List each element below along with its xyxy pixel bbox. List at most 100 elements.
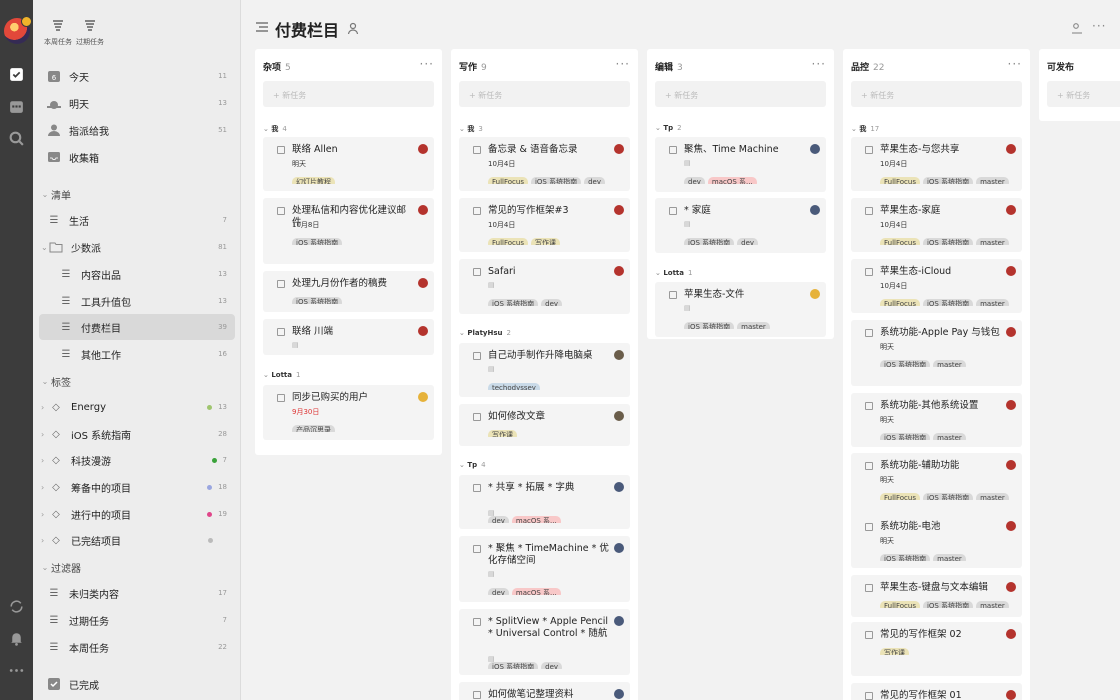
task-checkbox[interactable] — [473, 484, 481, 492]
sidebar-item-inbox[interactable]: 收集箱 — [39, 144, 235, 170]
lists-section-header[interactable]: ⌄ 清单 — [39, 182, 235, 206]
task-card[interactable]: 常见的写作框架 01 — [851, 683, 1022, 700]
tag-chip[interactable]: master — [976, 601, 1009, 608]
tag-chip[interactable]: techodyssey — [488, 383, 540, 390]
tag-chip[interactable]: dev — [541, 662, 563, 669]
task-checkbox[interactable] — [277, 394, 285, 402]
task-card[interactable]: 苹果生态-键盘与文本编辑 FullFocus iOS 系统指南 master — [851, 575, 1022, 617]
sidebar-item-assigned[interactable]: 指派给我 51 — [39, 117, 235, 143]
tag-chip[interactable]: macOS 系... — [511, 588, 561, 595]
new-task-input[interactable]: + 新任务 — [851, 81, 1022, 107]
filters-section-header[interactable]: ⌄ 过滤器 — [39, 555, 235, 579]
task-checkbox[interactable] — [473, 268, 481, 276]
search-icon[interactable] — [8, 130, 25, 147]
task-card[interactable]: 自己动手制作升降电脑桌 ▤ techodyssey — [459, 343, 630, 397]
tag-chip[interactable]: master — [933, 554, 966, 561]
tag-chip[interactable]: iOS 系统指南 — [292, 297, 343, 304]
assign-icon[interactable] — [1071, 22, 1083, 37]
tag-chip[interactable]: FullFocus — [880, 177, 920, 184]
group-header[interactable]: ⌄ PlatyHsu 2 — [459, 329, 511, 337]
tag-chip[interactable]: dev — [737, 238, 759, 245]
user-avatar[interactable] — [4, 16, 32, 44]
column-header[interactable]: 编辑 3 — [655, 60, 683, 73]
new-task-input[interactable]: + 新任务 — [1047, 81, 1120, 107]
sidebar-item-content[interactable]: ☰ 内容出品 13 — [39, 261, 235, 287]
sidebar-tag-planning[interactable]: › ◇ 筹备中的项目 18 — [39, 474, 235, 500]
tag-chip[interactable]: 写作课 — [880, 648, 909, 655]
tag-chip[interactable]: FullFocus — [488, 238, 528, 245]
task-checkbox[interactable] — [865, 146, 873, 154]
task-card[interactable]: * SplitView * Apple Pencil * Universal C… — [459, 609, 630, 675]
task-checkbox[interactable] — [865, 692, 873, 700]
column-header[interactable]: 杂项 5 — [263, 60, 291, 73]
weekly-tasks-button[interactable]: 本周任务 — [41, 18, 75, 47]
sidebar-tag-tech[interactable]: › ◇ 科技漫游 7 — [39, 447, 235, 473]
tag-chip[interactable]: iOS 系统指南 — [922, 299, 974, 306]
task-checkbox[interactable] — [669, 207, 677, 215]
tag-chip[interactable]: iOS 系统指南 — [922, 238, 974, 245]
tag-chip[interactable]: iOS 系统指南 — [880, 433, 931, 440]
tag-chip[interactable]: 幻灯片教程 — [292, 177, 335, 184]
task-card[interactable]: 苹果生态-与您共享 10月4日 FullFocus iOS 系统指南 master — [851, 137, 1022, 191]
tag-chip[interactable]: 写作课 — [530, 238, 560, 245]
task-checkbox[interactable] — [473, 207, 481, 215]
task-card[interactable]: 备忘录 & 语音备忘录 10月4日 FullFocus iOS 系统指南 dev — [459, 137, 630, 191]
column-header[interactable]: 写作 9 — [459, 60, 487, 73]
tag-chip[interactable]: macOS 系... — [511, 516, 561, 523]
tags-section-header[interactable]: ⌄ 标签 — [39, 369, 235, 393]
tag-chip[interactable]: iOS 系统指南 — [880, 360, 931, 367]
task-checkbox[interactable] — [473, 146, 481, 154]
column-more-icon[interactable]: ··· — [812, 57, 826, 71]
tag-chip[interactable]: iOS 系统指南 — [530, 177, 582, 184]
tag-chip[interactable]: dev — [684, 177, 705, 184]
group-header[interactable]: ⌄ Tp 2 — [655, 124, 682, 132]
sidebar-item-tomorrow[interactable]: 明天 13 — [39, 90, 235, 116]
task-checkbox[interactable] — [865, 329, 873, 337]
sidebar-item-other[interactable]: ☰ 其他工作 16 — [39, 341, 235, 367]
sidebar-tag-ongoing[interactable]: › ◇ 进行中的项目 19 — [39, 501, 235, 527]
sidebar-filter-uncategorized[interactable]: ☰ 未归类内容 17 — [39, 580, 235, 606]
tag-chip[interactable]: 产品沉思录 — [292, 425, 335, 432]
group-header[interactable]: ⌄ Tp 4 — [459, 461, 486, 469]
tag-chip[interactable]: 写作课 — [488, 430, 517, 437]
members-icon[interactable] — [347, 22, 360, 38]
overdue-tasks-button[interactable]: 过期任务 — [73, 18, 107, 47]
group-header[interactable]: ⌄ Lotta 1 — [263, 371, 300, 379]
tag-chip[interactable]: iOS 系统指南 — [292, 238, 343, 245]
task-checkbox[interactable] — [473, 691, 481, 699]
task-checkbox[interactable] — [865, 268, 873, 276]
task-checkbox[interactable] — [277, 207, 285, 215]
task-checkbox[interactable] — [473, 545, 481, 553]
sidebar-filter-overdue[interactable]: ☰ 过期任务 7 — [39, 607, 235, 633]
task-checkbox[interactable] — [277, 328, 285, 336]
sidebar-tag-energy[interactable]: › ◇ Energy 13 — [39, 394, 235, 420]
task-checkbox[interactable] — [473, 618, 481, 626]
column-header[interactable]: 品控 22 — [851, 60, 884, 73]
tasks-icon[interactable] — [8, 66, 25, 83]
tag-chip[interactable]: FullFocus — [488, 177, 528, 184]
task-checkbox[interactable] — [473, 352, 481, 360]
tag-chip[interactable]: FullFocus — [880, 238, 920, 245]
task-checkbox[interactable] — [865, 402, 873, 410]
task-card[interactable]: 系统功能-Apple Pay 与钱包 明天 iOS 系统指南 master — [851, 320, 1022, 386]
task-card[interactable]: 聚焦、Time Machine ▤ dev macOS 系... — [655, 137, 826, 192]
sidebar-item-life[interactable]: ☰ 生活 7 — [39, 207, 235, 233]
task-checkbox[interactable] — [277, 146, 285, 154]
sidebar-tag-done[interactable]: › ◇ 已完结项目 — [39, 527, 235, 553]
column-more-icon[interactable]: ··· — [1008, 57, 1022, 71]
task-card[interactable]: 如何修改文章 写作课 — [459, 404, 630, 446]
tag-chip[interactable]: master — [976, 238, 1009, 245]
task-card[interactable]: 系统功能-辅助功能 明天 FullFocus iOS 系统指南 master — [851, 453, 1022, 519]
tag-chip[interactable]: iOS 系统指南 — [922, 601, 974, 608]
sidebar-item-completed[interactable]: 已完成 — [39, 671, 235, 697]
tag-chip[interactable]: iOS 系统指南 — [684, 238, 735, 245]
new-task-input[interactable]: + 新任务 — [655, 81, 826, 107]
group-header[interactable]: ⌄ Lotta 1 — [655, 269, 692, 277]
calendar-icon[interactable] — [8, 98, 25, 115]
tag-chip[interactable]: FullFocus — [880, 299, 920, 306]
group-header[interactable]: ⌄ 我4 — [263, 124, 287, 134]
column-more-icon[interactable]: ··· — [616, 57, 630, 71]
sync-icon[interactable] — [8, 598, 25, 615]
column-header[interactable]: 可发布 — [1047, 60, 1078, 73]
task-card[interactable]: 苹果生态-家庭 10月4日 FullFocus iOS 系统指南 master — [851, 198, 1022, 252]
